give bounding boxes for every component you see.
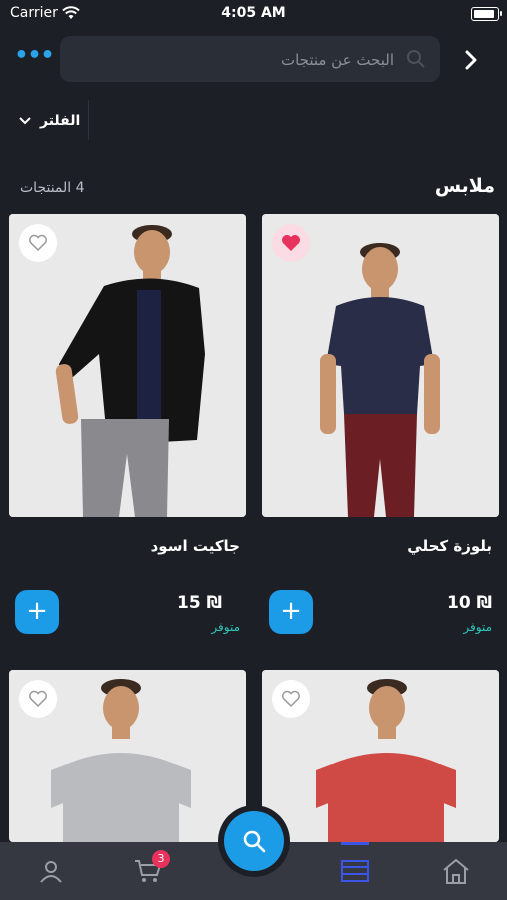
product-name[interactable]: بلوزة كحلي <box>272 537 492 555</box>
stock-status: متوفر <box>463 620 492 634</box>
filter-dropdown[interactable]: الفلتر <box>18 108 80 134</box>
header: ••• <box>0 36 507 84</box>
favorite-button[interactable] <box>272 680 310 718</box>
product-image[interactable] <box>9 670 246 842</box>
add-to-cart-button[interactable]: + <box>269 590 313 634</box>
product-count: 4 المنتجات <box>20 180 85 196</box>
product-image[interactable] <box>262 214 499 517</box>
product-image[interactable] <box>9 214 246 517</box>
search-icon <box>243 830 266 853</box>
back-button[interactable] <box>461 46 485 74</box>
user-icon <box>40 861 62 883</box>
heart-outline-icon <box>282 690 300 708</box>
add-to-cart-button[interactable]: + <box>15 590 59 634</box>
product-price: ₪ 10 <box>447 593 492 613</box>
plus-icon: + <box>26 596 48 626</box>
filter-label: الفلتر <box>40 113 81 129</box>
heart-icon <box>282 235 300 251</box>
favorite-button[interactable] <box>272 224 310 262</box>
active-tab-indicator <box>341 842 369 845</box>
home-icon <box>443 858 469 884</box>
search-input[interactable] <box>72 36 396 84</box>
favorite-button[interactable] <box>19 224 57 262</box>
tab-cart[interactable]: 3 <box>118 842 178 900</box>
tab-profile[interactable] <box>21 842 81 900</box>
tab-catalog[interactable] <box>325 842 385 900</box>
catalog-icon <box>341 860 369 882</box>
more-options-button[interactable]: ••• <box>14 43 54 74</box>
more-dots-icon: ••• <box>14 43 54 68</box>
section-title: ملابس <box>434 175 495 197</box>
chevron-right-icon <box>465 50 477 70</box>
heart-outline-icon <box>29 690 47 708</box>
product-name[interactable]: جاكيت اسود <box>20 537 240 555</box>
cart-badge: 3 <box>152 850 170 868</box>
search-fab-button[interactable] <box>224 811 284 871</box>
heart-outline-icon <box>29 234 47 252</box>
chevron-down-icon <box>19 117 31 125</box>
stock-status: متوفر <box>211 620 240 634</box>
status-bar: Carrier 4:05 AM <box>0 0 507 28</box>
status-time: 4:05 AM <box>221 5 286 21</box>
product-price: ₪ 15 <box>177 593 222 613</box>
product-image[interactable] <box>262 670 499 842</box>
tab-home[interactable] <box>426 842 486 900</box>
filter-divider <box>88 100 89 140</box>
plus-icon: + <box>280 596 302 626</box>
search-icon <box>407 50 425 68</box>
search-bar[interactable] <box>60 36 440 84</box>
battery-icon <box>471 7 502 21</box>
favorite-button[interactable] <box>19 680 57 718</box>
